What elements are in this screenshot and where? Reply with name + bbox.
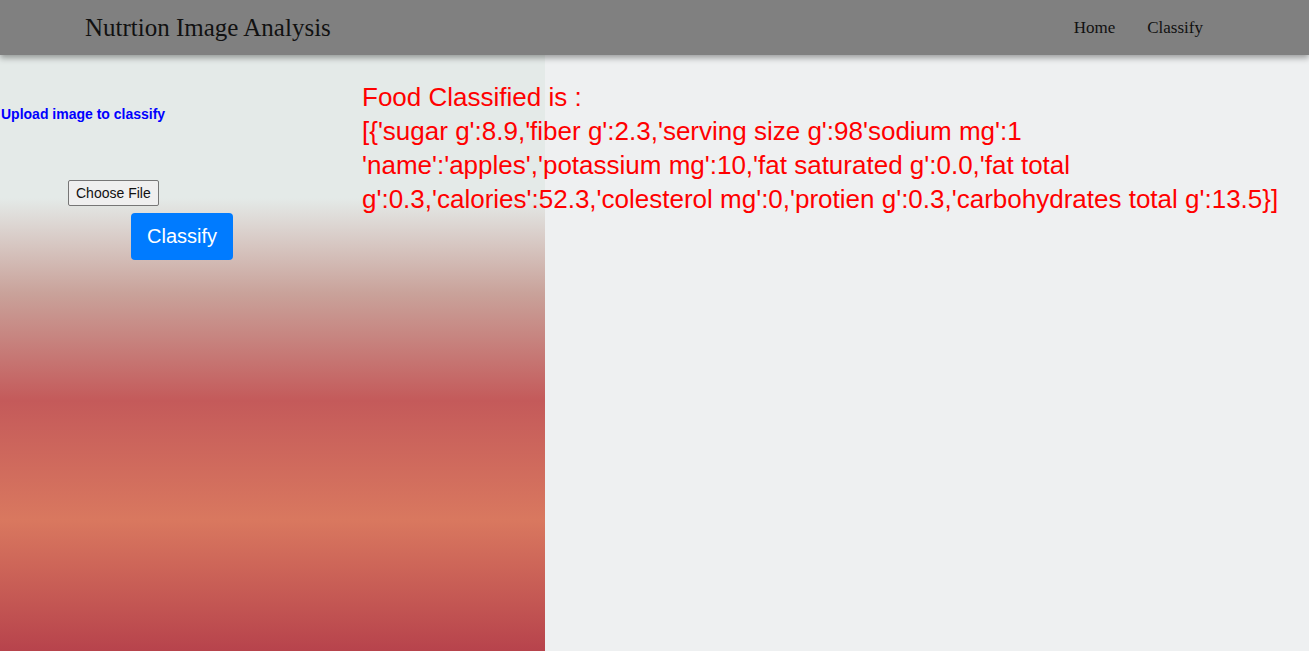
result-panel: Food Classified is :[{'sugar g':8.9,'fib…: [362, 55, 1309, 651]
brand-title[interactable]: Nutrtion Image Analysis: [85, 14, 331, 42]
nav-links: Home Classify: [1074, 18, 1203, 38]
upload-label: Upload image to classify: [0, 106, 165, 122]
nav-link[interactable]: Classify: [1147, 18, 1203, 38]
choose-file-button[interactable]: Choose File: [68, 180, 159, 206]
result-text: [{'sugar g':8.9,'fiber g':2.3,'serving s…: [362, 114, 1285, 216]
navbar: Nutrtion Image Analysis Home Classify: [0, 0, 1309, 55]
page: Nutrtion Image AnalysisHomeClassifyUploa…: [0, 0, 1309, 651]
classify-button[interactable]: Classify: [131, 213, 233, 260]
upload-panel: Upload image to classify Choose File Class…: [0, 55, 362, 651]
main-area: Upload image to classify Choose File Class…: [0, 55, 1309, 651]
nav-link[interactable]: Home: [1074, 18, 1116, 38]
result-heading: Food Classified is :: [362, 80, 1285, 114]
